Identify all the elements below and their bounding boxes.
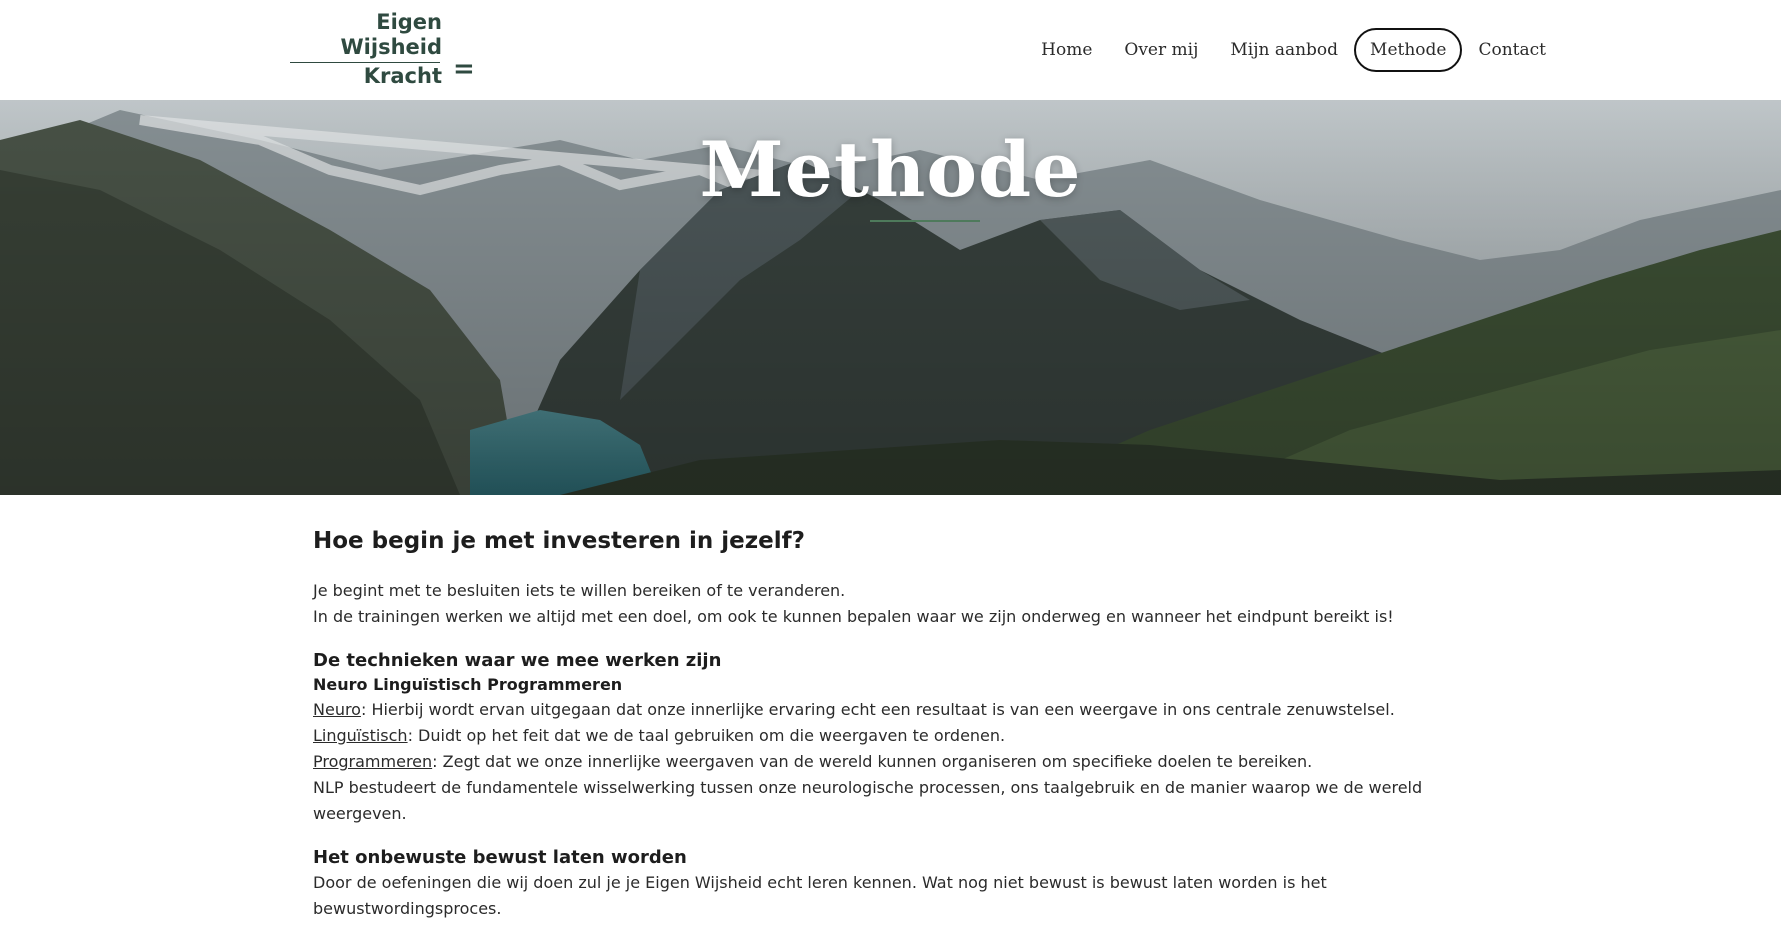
nav-contact[interactable]: Contact [1462, 28, 1562, 72]
logo-equals-mark: = [453, 54, 475, 84]
programmeren-text: : Zegt dat we onze innerlijke weergaven … [432, 752, 1313, 771]
programmeren-term: Programmeren [313, 752, 433, 771]
intro-line-1: Je begint met te besluiten iets te wille… [313, 581, 846, 600]
logo[interactable]: Eigen Wijsheid Kracht = [288, 10, 478, 90]
neuro-definition: Neuro: Hierbij wordt ervan uitgegaan dat… [313, 697, 1513, 723]
programmeren-definition: Programmeren: Zegt dat we onze innerlijk… [313, 749, 1513, 775]
unconscious-text: Door de oefeningen die wij doen zul je j… [313, 873, 1327, 918]
nav-mijn-aanbod[interactable]: Mijn aanbod [1214, 28, 1354, 72]
nav-over-mij[interactable]: Over mij [1108, 28, 1214, 72]
linguistisch-definition: Linguïstisch: Duidt op het feit dat we d… [313, 723, 1513, 749]
hero-banner: Methode [0, 100, 1781, 495]
logo-text-wijsheid: Wijsheid [340, 35, 442, 59]
unconscious-heading: Het onbewuste bewust laten worden [313, 847, 687, 868]
intro-line-2: In de trainingen werken we altijd met ee… [313, 607, 1394, 626]
techniques-heading: De technieken waar we mee werken zijn [313, 650, 722, 671]
linguistisch-text: : Duidt op het feit dat we de taal gebru… [407, 726, 1006, 745]
logo-text-kracht: Kracht [363, 64, 442, 88]
logo-rule [290, 62, 440, 63]
neuro-term: Neuro [313, 700, 361, 719]
page-heading: Hoe begin je met investeren in jezelf? [313, 528, 805, 554]
main-content: Hoe begin je met investeren in jezelf? J… [313, 520, 1513, 922]
linguistisch-term: Linguïstisch [313, 726, 408, 745]
nlp-summary: NLP bestudeert de fundamentele wisselwer… [313, 778, 1423, 823]
main-nav: Home Over mij Mijn aanbod Methode Contac… [1025, 28, 1562, 72]
hero-title: Methode [699, 125, 1082, 214]
neuro-text: : Hierbij wordt ervan uitgegaan dat onze… [360, 700, 1395, 719]
site-header: Eigen Wijsheid Kracht = Home Over mij Mi… [0, 0, 1781, 100]
nav-home[interactable]: Home [1025, 28, 1108, 72]
nlp-title: Neuro Linguïstisch Programmeren [313, 675, 623, 694]
hero-title-underline [870, 220, 980, 222]
nav-methode[interactable]: Methode [1354, 28, 1463, 72]
logo-text-eigen: Eigen [376, 10, 442, 34]
